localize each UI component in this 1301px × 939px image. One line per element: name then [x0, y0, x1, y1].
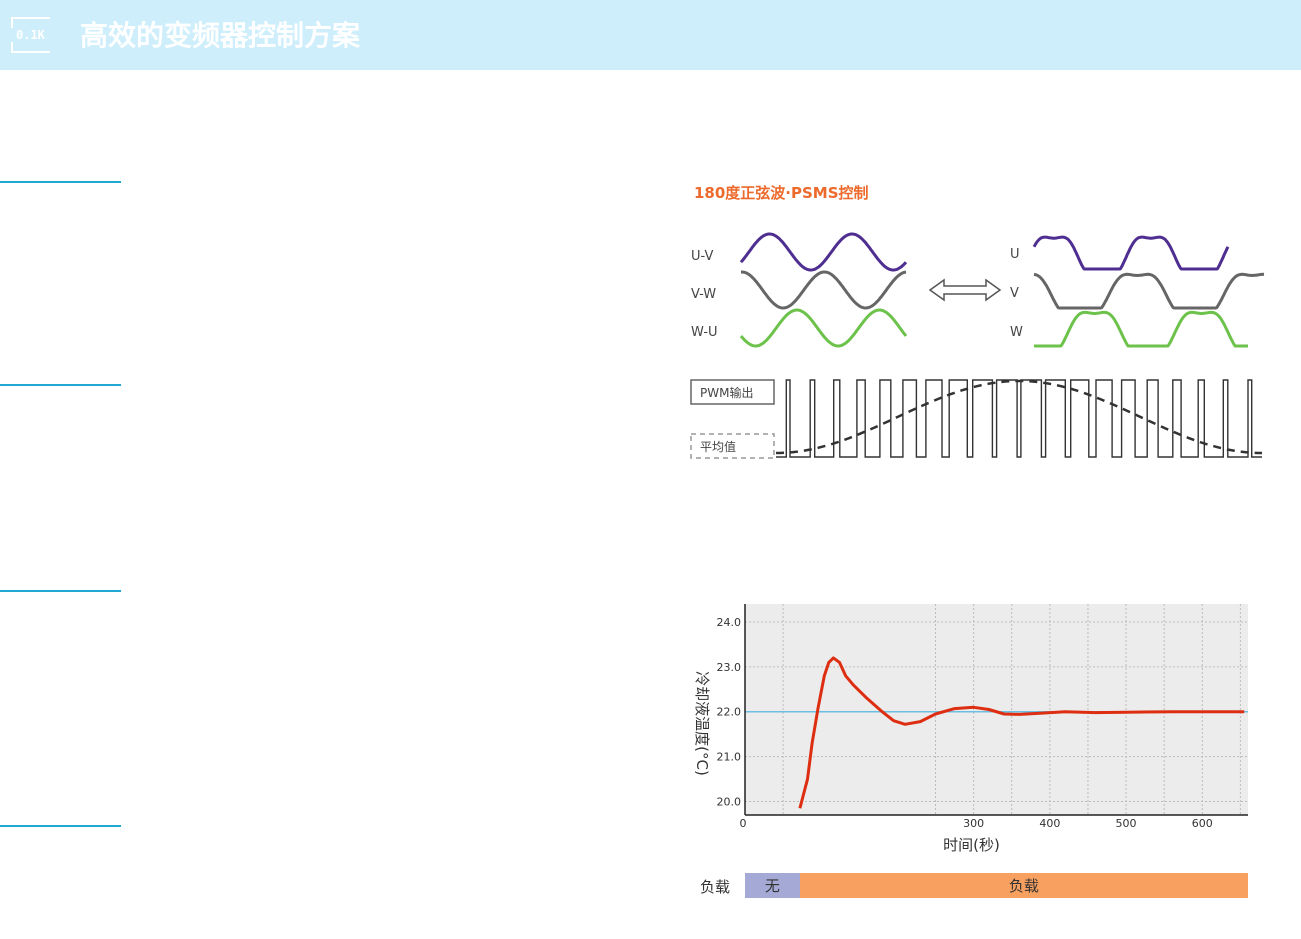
load-segment-load: 负载 — [799, 873, 1248, 898]
x-tick-label: 400 — [1039, 817, 1060, 830]
x-tick-label: 0 — [740, 817, 747, 830]
y-axis-label: 冷却液温度(°C) — [693, 671, 711, 776]
x-axis-label: 时间(秒) — [943, 836, 1000, 854]
x-tick-label: 500 — [1116, 817, 1137, 830]
temperature-chart: 24.023.022.021.020.00 300 400 500 600 时间(秒) … — [693, 604, 1248, 854]
load-segment-none: 无 — [745, 873, 800, 898]
load-bar-label: 负载 — [700, 878, 731, 896]
x-tick-label: 600 — [1192, 817, 1213, 830]
y-tick-label: 22.0 — [717, 706, 742, 719]
y-tick-label: 24.0 — [717, 616, 742, 629]
plot-area — [745, 604, 1248, 815]
y-tick-label: 20.0 — [717, 796, 742, 809]
x-tick-label: 300 — [963, 817, 984, 830]
y-tick-label: 23.0 — [717, 661, 742, 674]
y-tick-label: 21.0 — [717, 751, 742, 764]
